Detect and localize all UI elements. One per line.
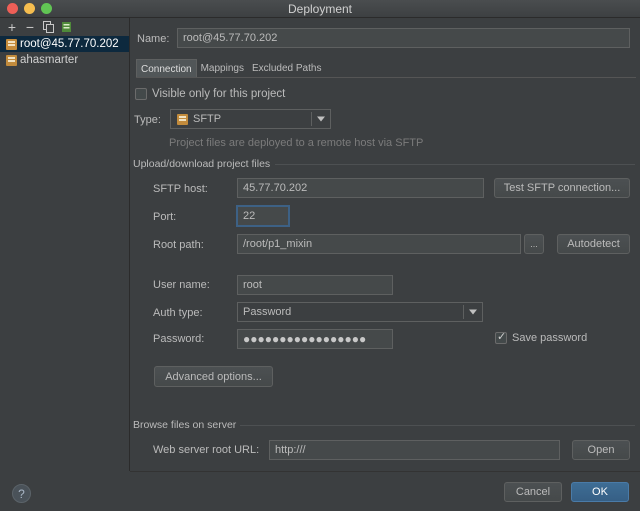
browse-section-title: Browse files on server xyxy=(133,419,237,431)
port-field[interactable]: 22 xyxy=(236,205,290,227)
chevron-down-icon xyxy=(317,116,325,122)
cancel-button[interactable]: Cancel xyxy=(504,482,562,502)
help-icon[interactable]: ? xyxy=(12,484,31,503)
copy-icon[interactable] xyxy=(42,20,54,34)
autodetect-button[interactable]: Autodetect xyxy=(557,234,630,254)
port-label: Port: xyxy=(153,211,177,223)
web-server-root-url-field[interactable]: http:/// xyxy=(269,440,560,460)
root-path-label: Root path: xyxy=(153,239,204,251)
combo-divider xyxy=(463,305,464,319)
default-server-icon[interactable] xyxy=(60,20,72,34)
server-item-label: root@45.77.70.202 xyxy=(20,38,119,50)
auth-type-select-value: Password xyxy=(243,306,292,318)
tab-mappings[interactable]: Mappings xyxy=(197,59,248,78)
save-password-checkbox[interactable] xyxy=(495,330,507,344)
tab-connection[interactable]: Connection xyxy=(136,59,197,78)
type-select[interactable]: SFTP xyxy=(170,109,331,129)
server-list-panel: + − root@45.77.70.202 ahasmarter xyxy=(0,18,130,471)
user-name-field[interactable]: root xyxy=(237,275,393,295)
remove-icon[interactable]: − xyxy=(24,20,36,34)
browse-section-divider xyxy=(240,425,635,426)
browse-root-path-button[interactable]: ... xyxy=(524,234,544,254)
sftp-icon xyxy=(177,113,188,125)
advanced-options-button[interactable]: Advanced options... xyxy=(154,366,273,387)
visible-only-label: Visible only for this project xyxy=(152,88,286,100)
open-button[interactable]: Open xyxy=(572,440,630,460)
server-list-toolbar: + − xyxy=(0,18,129,36)
save-password-label: Save password xyxy=(512,332,588,344)
server-item-root[interactable]: root@45.77.70.202 xyxy=(0,36,129,52)
title-bar: Deployment xyxy=(0,0,640,18)
name-label: Name: xyxy=(137,33,170,45)
name-field[interactable]: root@45.77.70.202 xyxy=(177,28,630,48)
auth-type-select[interactable]: Password xyxy=(237,302,483,322)
password-label: Password: xyxy=(153,333,205,345)
type-hint: Project files are deployed to a remote h… xyxy=(169,137,424,149)
chevron-down-icon xyxy=(469,309,477,315)
test-sftp-connection-button[interactable]: Test SFTP connection... xyxy=(494,178,630,198)
web-server-root-url-label: Web server root URL: xyxy=(153,444,260,456)
tab-divider xyxy=(136,77,636,78)
tab-bar: Connection Mappings Excluded Paths xyxy=(136,59,325,78)
tab-excluded-paths[interactable]: Excluded Paths xyxy=(248,59,326,78)
visible-only-checkbox[interactable] xyxy=(135,88,147,100)
upload-section-divider xyxy=(275,164,635,165)
user-name-label: User name: xyxy=(153,279,210,291)
type-select-value: SFTP xyxy=(193,113,222,125)
sftp-host-field[interactable]: 45.77.70.202 xyxy=(237,178,484,198)
root-path-field[interactable]: /root/p1_mixin xyxy=(237,234,521,254)
server-item-ahasmarter[interactable]: ahasmarter xyxy=(0,52,129,68)
type-label: Type: xyxy=(134,114,161,126)
server-icon xyxy=(6,54,17,66)
auth-type-label: Auth type: xyxy=(153,307,203,319)
server-icon xyxy=(6,38,17,50)
password-field[interactable]: ●●●●●●●●●●●●●●●●● xyxy=(237,329,393,349)
ok-button[interactable]: OK xyxy=(571,482,629,502)
upload-section-title: Upload/download project files xyxy=(133,158,271,170)
footer-divider xyxy=(130,471,640,472)
combo-divider xyxy=(311,112,312,126)
add-icon[interactable]: + xyxy=(6,20,18,34)
window-title: Deployment xyxy=(287,2,353,16)
sftp-host-label: SFTP host: xyxy=(153,183,208,195)
server-item-label: ahasmarter xyxy=(20,54,79,66)
